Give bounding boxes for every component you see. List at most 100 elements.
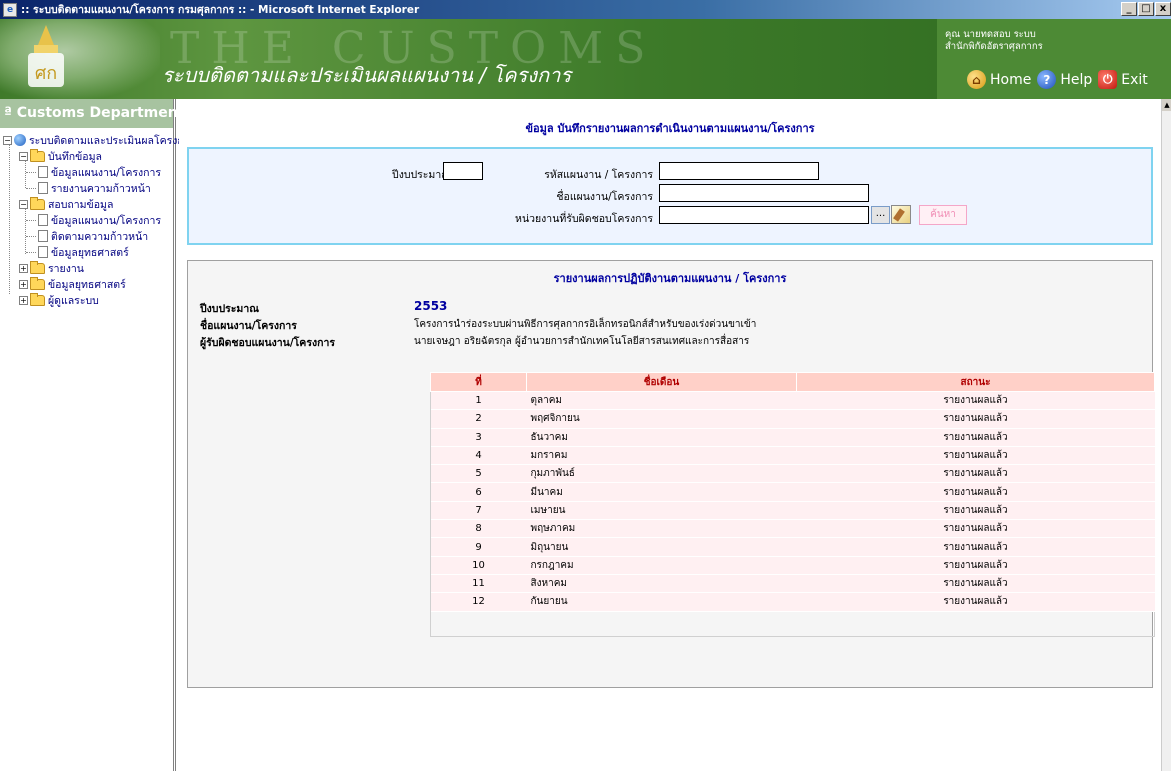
minimize-button[interactable]: _ bbox=[1121, 2, 1137, 16]
search-button[interactable]: ค้นหา bbox=[919, 205, 967, 225]
unit-label: หน่วยงานที่รับผิดชอบโครงการ bbox=[515, 213, 653, 225]
row-month: กุมภาพันธ์ bbox=[526, 464, 797, 484]
app-title: ระบบติดตามและประเมินผลแผนงาน / โครงการ bbox=[162, 63, 572, 87]
window-title: :: ระบบติดตามแผนงาน/โครงการ กรมศุลกากร :… bbox=[21, 4, 420, 16]
tree-item-report[interactable]: + รายงาน bbox=[19, 260, 84, 276]
close-button[interactable]: x bbox=[1155, 2, 1171, 16]
maximize-button[interactable]: □ bbox=[1138, 2, 1154, 16]
table-row: 1 ตุลาคม รายงานผลแล้ว bbox=[430, 391, 1155, 411]
scroll-up-icon[interactable]: ▲ bbox=[1162, 99, 1171, 111]
report-owner-value: นายเจษฎา อริยฉัตรกุล ผู้อำนวยการสำนักเทค… bbox=[414, 336, 750, 347]
collapse-icon[interactable]: − bbox=[3, 135, 12, 145]
row-number: 5 bbox=[430, 464, 527, 484]
tree-item-record[interactable]: − บันทึกข้อมูล bbox=[19, 148, 102, 164]
table-row: 7 เมษายน รายงานผลแล้ว bbox=[430, 501, 1155, 521]
page-heading: ข้อมูล บันทึกรายงานผลการดำเนินงานตามแผนง… bbox=[525, 122, 815, 135]
report-name-label: ชื่อแผนงาน/โครงการ bbox=[200, 320, 297, 332]
tree-item-query[interactable]: − สอบถามข้อมูล bbox=[19, 196, 113, 212]
sidebar: ª Customs Department − ระบบติดตามและประเ… bbox=[0, 99, 195, 771]
row-number: 8 bbox=[430, 519, 527, 539]
department-title: ª Customs Department bbox=[0, 99, 184, 128]
report-year-label: ปีงบประมาณ bbox=[200, 303, 259, 315]
customs-logo: ศก bbox=[28, 25, 64, 87]
row-number: 11 bbox=[430, 574, 527, 594]
report-panel: รายงานผลการปฏิบัติงานตามแผนงาน / โครงการ… bbox=[187, 260, 1155, 688]
collapse-icon[interactable]: − bbox=[19, 199, 28, 209]
user-department: สำนักพิกัดอัตราศุลกากร bbox=[945, 41, 1043, 52]
tree-item-label: ข้อมูลยุทธศาสตร์ bbox=[48, 278, 126, 291]
folder-icon bbox=[30, 292, 45, 306]
row-status: รายงานผลแล้ว bbox=[796, 556, 1155, 575]
tree-item-label: รายงาน bbox=[48, 262, 84, 275]
tree-item-label: สอบถามข้อมูล bbox=[48, 198, 114, 211]
row-month: พฤศจิกายน bbox=[526, 409, 797, 429]
page-icon bbox=[38, 166, 48, 178]
row-status: รายงานผลแล้ว bbox=[796, 537, 1155, 557]
exit-link[interactable]: ⏻ Exit bbox=[1098, 70, 1148, 89]
project-name-input[interactable] bbox=[659, 184, 869, 202]
expand-icon[interactable]: + bbox=[19, 263, 28, 273]
folder-icon bbox=[30, 276, 45, 290]
window-titlebar: e :: ระบบติดตามแผนงาน/โครงการ กรมศุลกากร… bbox=[0, 0, 1171, 19]
row-number: 3 bbox=[430, 428, 527, 447]
row-month: กรกฎาคม bbox=[526, 556, 797, 575]
column-header-no: ที่ bbox=[430, 372, 527, 392]
tree-root-label: ระบบติดตามและประเมินผลโครงการ bbox=[29, 134, 196, 147]
table-row: 8 พฤษภาคม รายงานผลแล้ว bbox=[430, 519, 1155, 539]
lookup-button[interactable]: ... bbox=[871, 206, 890, 224]
tree-item-admin[interactable]: + ผู้ดูแลระบบ bbox=[19, 292, 99, 308]
budget-year-input[interactable] bbox=[443, 162, 483, 180]
table-row: 3 ธันวาคม รายงานผลแล้ว bbox=[430, 428, 1155, 447]
search-panel: ปีงบประมาณ รหัสแผนงาน / โครงการ ชื่อแผนง… bbox=[187, 147, 1153, 245]
row-month: สิงหาคม bbox=[526, 574, 797, 594]
project-code-input[interactable] bbox=[659, 162, 819, 180]
table-row: 5 กุมภาพันธ์ รายงานผลแล้ว bbox=[430, 464, 1155, 484]
tree-item-record-progress[interactable]: รายงานความก้าวหน้า bbox=[38, 180, 151, 196]
power-icon: ⏻ bbox=[1098, 70, 1118, 89]
row-status: รายงานผลแล้ว bbox=[796, 428, 1155, 447]
home-link[interactable]: ⌂ Home bbox=[967, 70, 1031, 89]
table-row: 11 สิงหาคม รายงานผลแล้ว bbox=[430, 574, 1155, 594]
expand-icon[interactable]: + bbox=[19, 295, 28, 305]
column-header-status: สถานะ bbox=[796, 372, 1155, 392]
row-number: 10 bbox=[430, 556, 527, 575]
months-table: ที่ ชื่อเดือน สถานะ 1 ตุลาคม รายงานผลแล้ว 2… bbox=[430, 372, 1155, 612]
home-icon: ⌂ bbox=[967, 70, 986, 89]
row-month: กันยายน bbox=[526, 592, 797, 612]
table-row: 12 กันยายน รายงานผลแล้ว bbox=[430, 592, 1155, 612]
page-icon bbox=[38, 230, 48, 242]
main-content: ข้อมูล บันทึกรายงานผลการดำเนินงานตามแผนง… bbox=[179, 99, 1161, 771]
page-icon bbox=[38, 182, 48, 194]
header-nav: ⌂ Home ? Help ⏻ Exit bbox=[967, 70, 1148, 89]
clear-icon[interactable] bbox=[891, 205, 911, 224]
row-number: 1 bbox=[430, 391, 527, 411]
window-controls: _ □ x bbox=[1121, 2, 1171, 16]
row-number: 9 bbox=[430, 537, 527, 557]
unit-input[interactable] bbox=[659, 206, 869, 224]
tree-item-query-track[interactable]: ติดตามความก้าวหน้า bbox=[38, 228, 148, 244]
expand-icon[interactable]: + bbox=[19, 279, 28, 289]
tree-item-query-strategy[interactable]: ข้อมูลยุทธศาสตร์ bbox=[38, 244, 129, 260]
row-month: ธันวาคม bbox=[526, 428, 797, 447]
vertical-scrollbar[interactable]: ▲ bbox=[1161, 99, 1171, 771]
row-status: รายงานผลแล้ว bbox=[796, 592, 1155, 612]
table-header-row: ที่ ชื่อเดือน สถานะ bbox=[430, 372, 1155, 392]
row-month: มิถุนายน bbox=[526, 537, 797, 557]
folder-icon bbox=[30, 148, 45, 162]
help-icon: ? bbox=[1037, 70, 1057, 89]
table-row: 6 มีนาคม รายงานผลแล้ว bbox=[430, 482, 1155, 502]
collapse-icon[interactable]: − bbox=[19, 151, 28, 161]
row-number: 6 bbox=[430, 482, 527, 502]
row-status: รายงานผลแล้ว bbox=[796, 409, 1155, 429]
header-banner: ศก THE CUSTOMS ระบบติดตามและประเมินผลแผน… bbox=[0, 19, 1171, 99]
row-month: เมษายน bbox=[526, 501, 797, 521]
tree-root[interactable]: − ระบบติดตามและประเมินผลโครงการ bbox=[3, 132, 195, 148]
page-icon bbox=[38, 214, 48, 226]
folder-icon bbox=[30, 260, 45, 274]
help-link[interactable]: ? Help bbox=[1037, 70, 1092, 89]
tree-item-label: รายงานความก้าวหน้า bbox=[51, 182, 151, 195]
tree-item-record-plan[interactable]: ข้อมูลแผนงาน/โครงการ bbox=[38, 164, 161, 180]
tree-item-query-plan[interactable]: ข้อมูลแผนงาน/โครงการ bbox=[38, 212, 161, 228]
table-row: 10 กรกฎาคม รายงานผลแล้ว bbox=[430, 556, 1155, 575]
tree-item-strategy[interactable]: + ข้อมูลยุทธศาสตร์ bbox=[19, 276, 126, 292]
